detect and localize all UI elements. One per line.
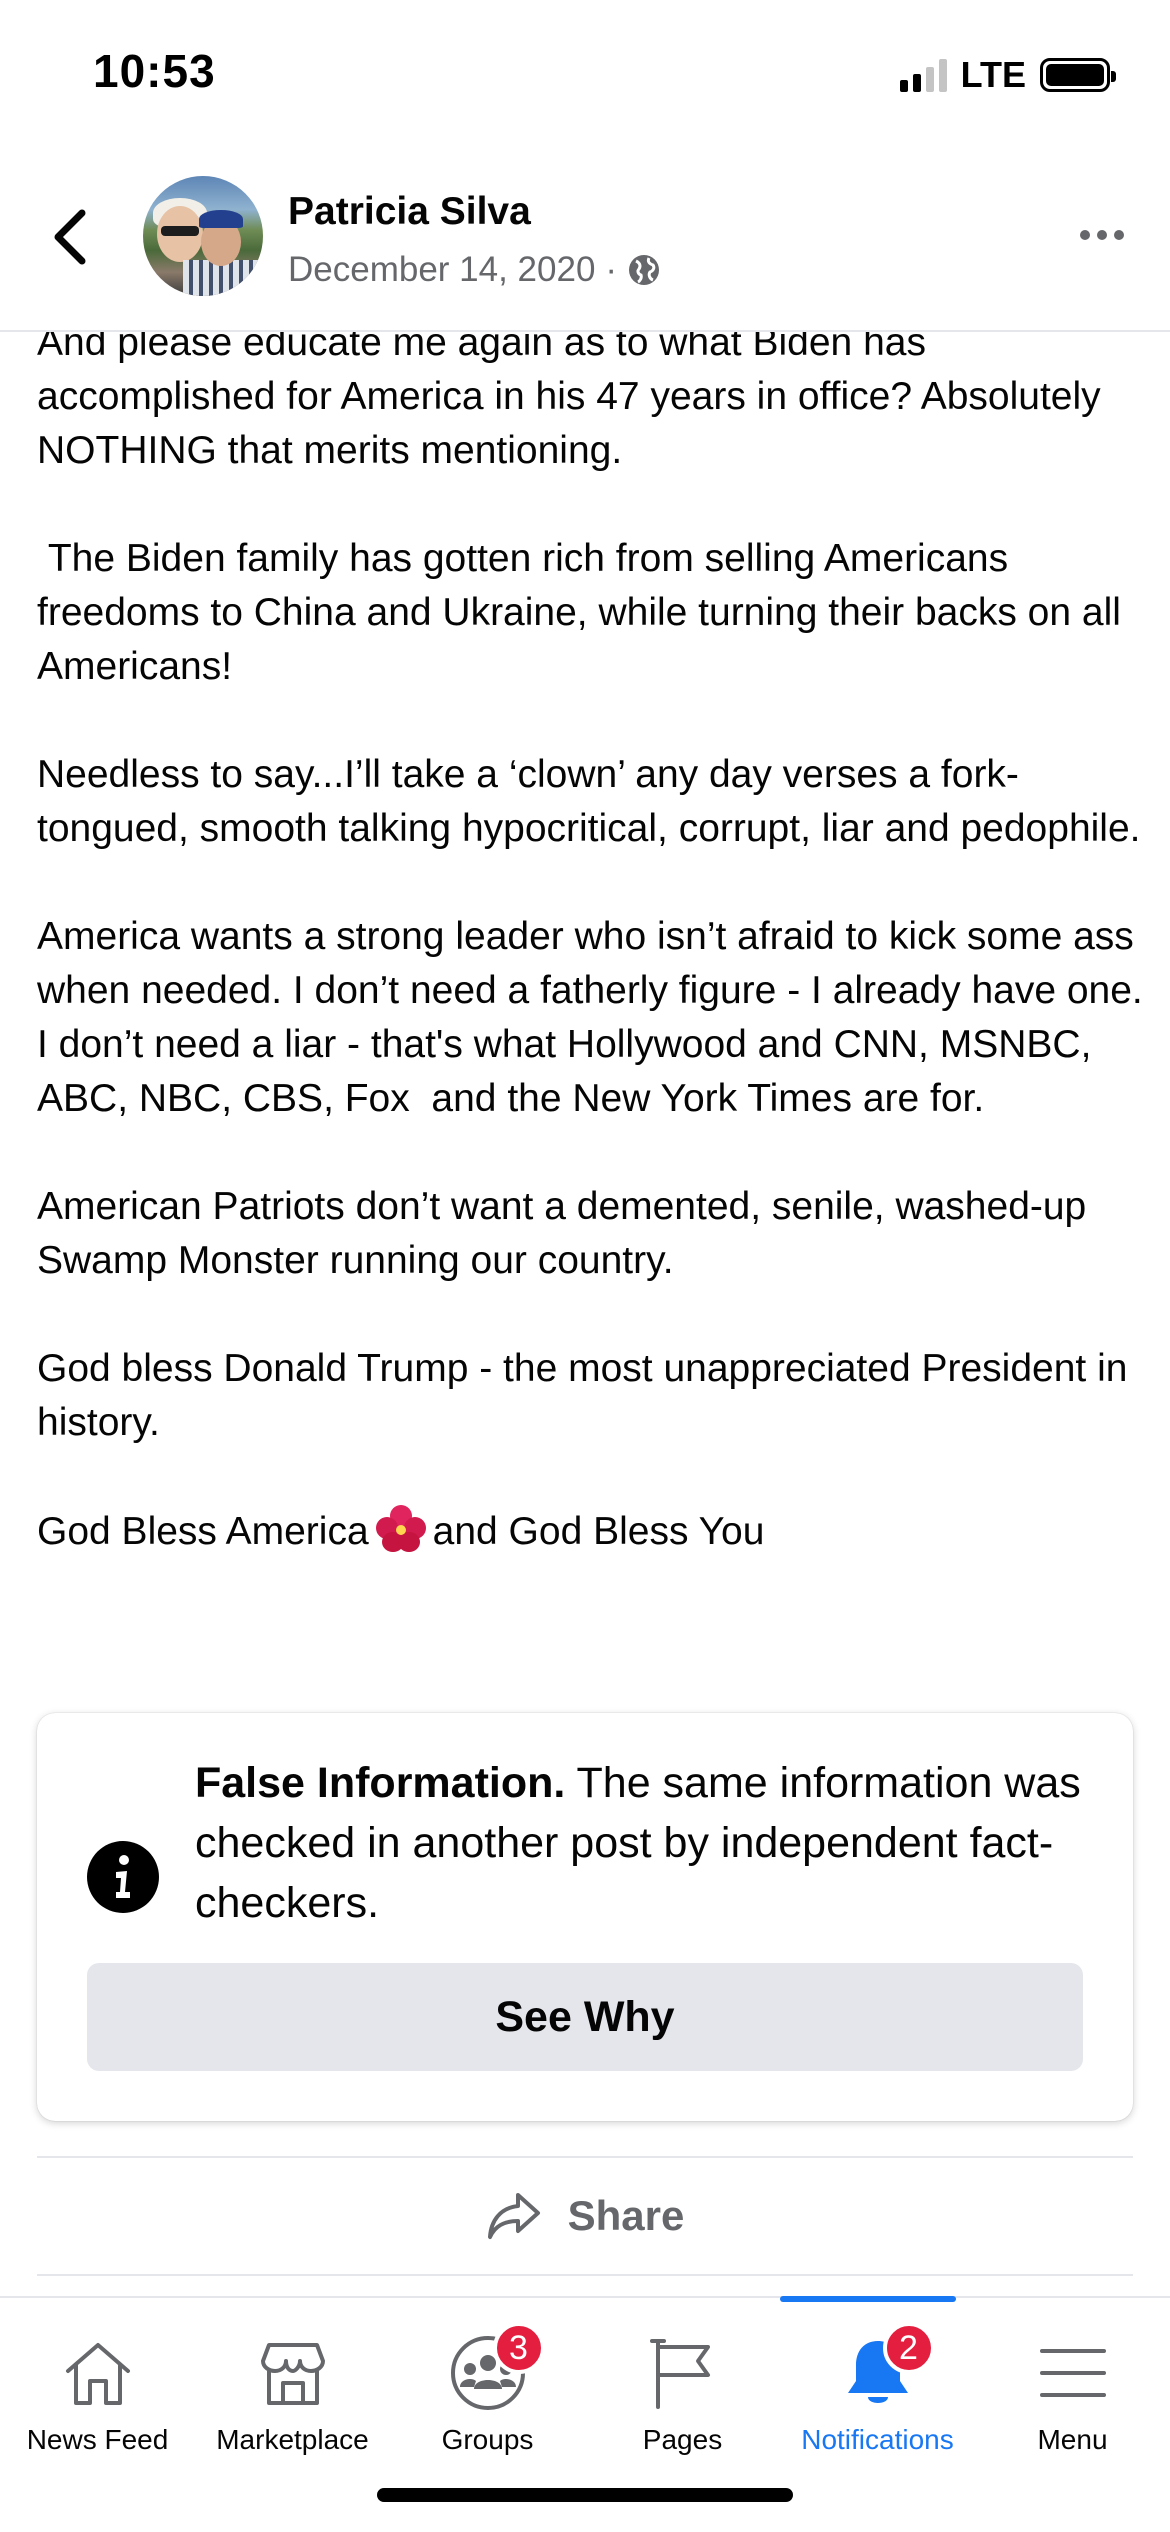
more-options-button[interactable] [1080,230,1124,240]
status-indicators: LTE [899,54,1116,96]
post-paragraph: Needless to say...I’ll take a ‘clown’ an… [37,753,1141,850]
meta-separator: · [605,250,618,289]
fact-check-message: False Information. The same information … [195,1753,1095,1933]
fact-check-card: False Information. The same information … [37,1713,1133,2121]
hibiscus-emoji-icon [375,1505,426,1552]
tab-label: Pages [642,2424,723,2455]
tab-marketplace[interactable]: Marketplace [195,2298,390,2478]
back-button[interactable] [40,202,100,272]
share-label: Share [567,2192,685,2239]
closing-text-end: and God Bless You [432,1510,765,1553]
info-icon [87,1841,159,1913]
tab-label: News Feed [26,2424,169,2455]
post-paragraph: American Patriots don’t want a demented,… [37,1185,1098,1282]
post-closing: God Bless America and God Bless You [37,1504,1147,1559]
tab-notifications[interactable]: 2 Notifications [780,2296,975,2478]
chevron-left-icon [54,209,86,265]
tab-news-feed[interactable]: News Feed [0,2298,195,2478]
globe-icon [629,255,660,285]
tab-menu[interactable]: Menu [975,2298,1170,2478]
notifications-badge: 2 [882,2322,935,2374]
status-bar: 10:53 LTE [0,0,1170,150]
network-type: LTE [960,54,1026,95]
groups-badge: 3 [492,2322,545,2374]
tab-pages[interactable]: Pages [585,2298,780,2478]
tab-label: Marketplace [216,2424,369,2455]
divider [37,2274,1133,2276]
closing-text: God Bless America [37,1510,369,1553]
post-paragraph: America wants a strong leader who isn’t … [37,915,1154,1120]
home-icon [65,2343,130,2405]
author-name[interactable]: Patricia Silva [288,190,531,234]
post-body: And please educate me again as to what B… [37,316,1147,1559]
post-paragraph: The Biden family has gotten rich from se… [37,537,1130,688]
more-dot-icon [1080,230,1090,240]
share-button[interactable]: Share [0,2160,1170,2272]
shop-icon [260,2343,325,2405]
status-time: 10:53 [93,45,216,97]
battery-icon [1040,58,1116,92]
home-indicator [377,2488,793,2502]
divider [37,2156,1133,2158]
post-meta: December 14, 2020 · [288,250,661,290]
fact-check-title: False Information. [195,1759,566,1807]
tab-label: Menu [1037,2424,1108,2455]
tab-groups[interactable]: 3 Groups [390,2298,585,2478]
hamburger-icon [1039,2349,1106,2397]
tab-label: Notifications [801,2424,954,2455]
avatar[interactable] [143,176,263,296]
post-date[interactable]: December 14, 2020 [288,250,595,290]
post-paragraph: And please educate me again as to what B… [37,321,1112,472]
see-why-button[interactable]: See Why [87,1963,1083,2071]
post-paragraph: God bless Donald Trump - the most unappr… [37,1347,1139,1444]
flag-icon [649,2339,710,2409]
share-icon [487,2193,540,2239]
post-header: Patricia Silva December 14, 2020 · [0,150,1170,332]
signal-icon [899,58,947,92]
tab-label: Groups [441,2424,534,2455]
